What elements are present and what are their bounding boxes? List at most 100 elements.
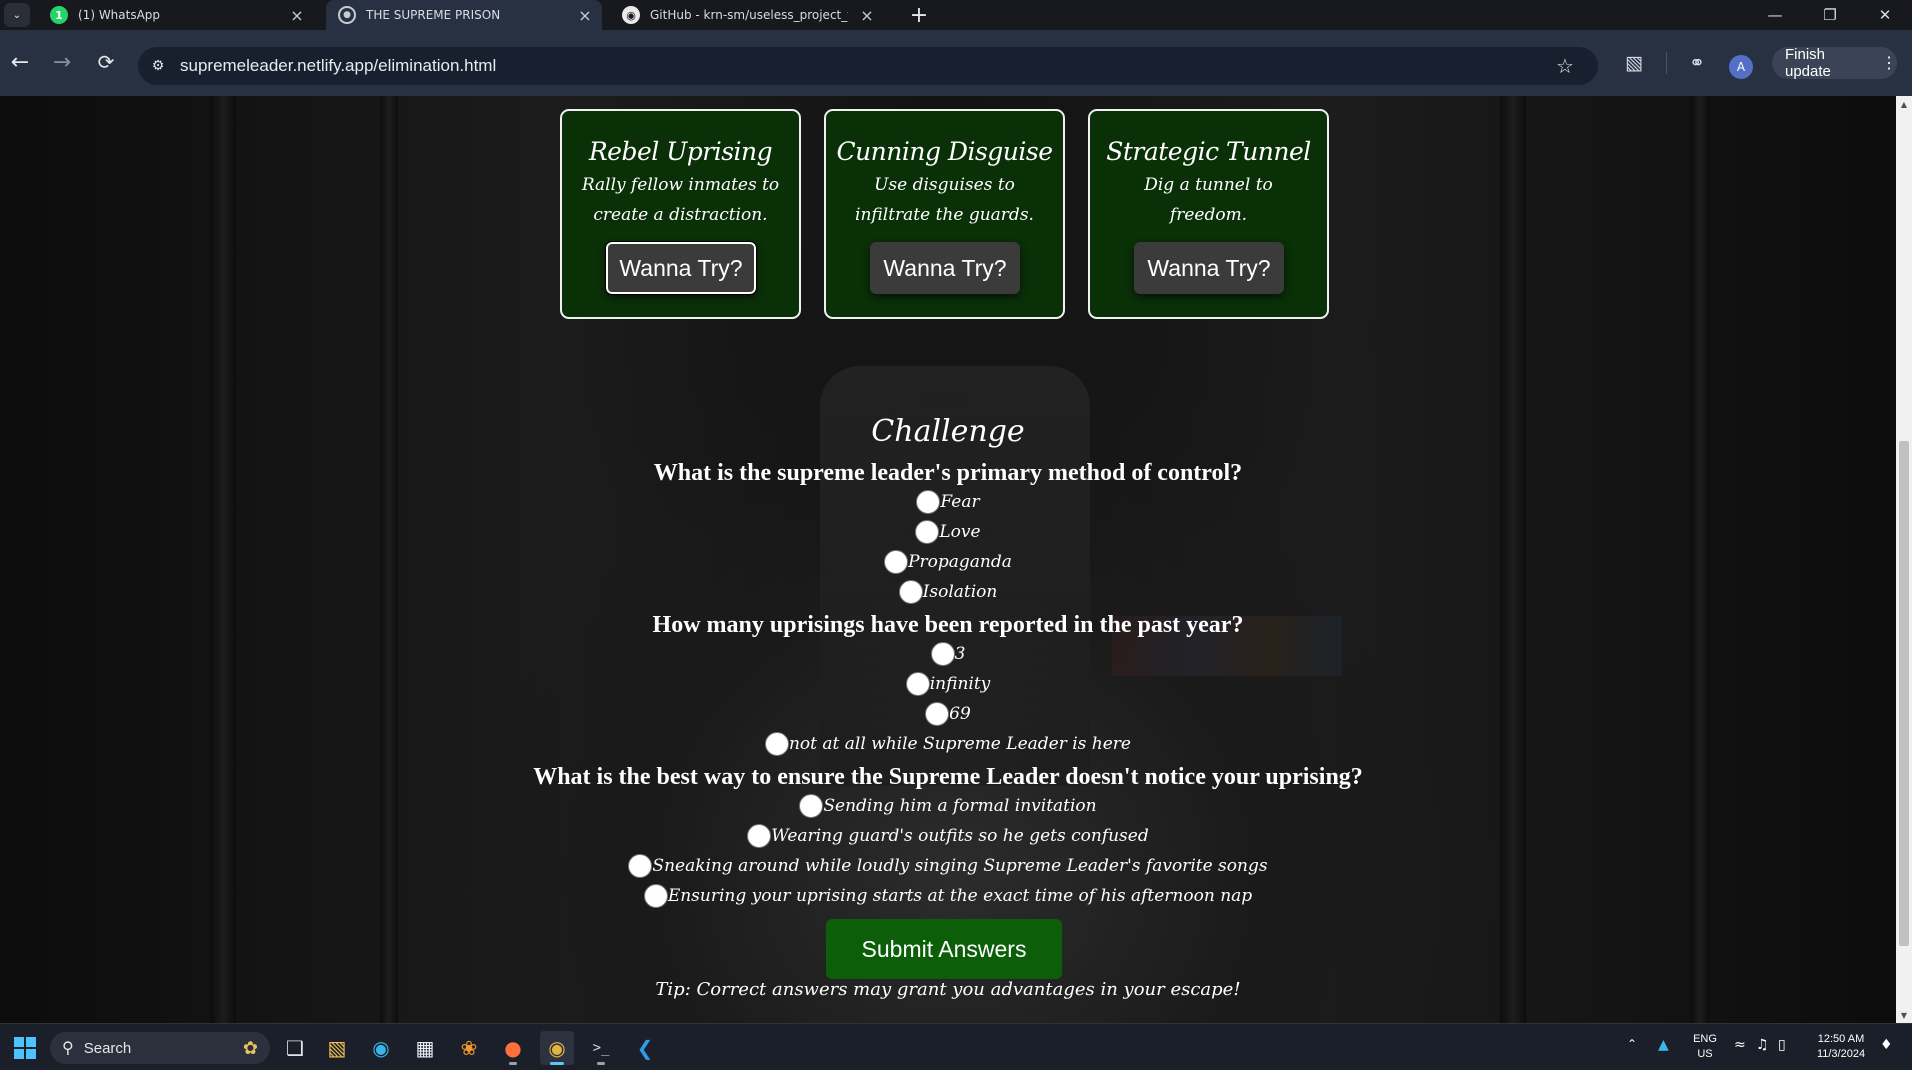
minimize-button[interactable]: — [1748, 0, 1802, 30]
task-view-icon[interactable]: ❑ [278, 1031, 312, 1065]
volume-icon[interactable]: ♫ [1756, 1037, 1769, 1053]
tab-supreme-prison[interactable]: ● THE SUPREME PRISON × [326, 0, 602, 30]
option-label: not at all while Supreme Leader is here [788, 734, 1131, 754]
scroll-up-arrow-icon[interactable]: ▲ [1896, 96, 1912, 112]
region-code: US [1697, 1048, 1713, 1060]
start-button[interactable] [8, 1031, 42, 1065]
new-tab-button[interactable]: + [905, 0, 933, 30]
card-title: Strategic Tunnel [1106, 137, 1311, 166]
tab-title: (1) WhatsApp [78, 8, 161, 22]
battery-icon[interactable]: ▯ [1778, 1037, 1786, 1053]
option-q3-singing[interactable]: Sneaking around while loudly singing Sup… [0, 852, 1896, 880]
extensions-icon[interactable]: ▧ [1617, 46, 1651, 80]
close-window-button[interactable]: ✕ [1858, 0, 1912, 30]
toolbar-divider [1666, 52, 1667, 74]
radio-button[interactable] [884, 550, 909, 574]
close-icon[interactable]: × [576, 6, 594, 25]
clock[interactable]: 12:50 AM 11/3/2024 [1806, 1032, 1876, 1062]
option-q2-not-at-all[interactable]: not at all while Supreme Leader is here [0, 730, 1896, 758]
option-q3-invitation[interactable]: Sending him a formal invitation [0, 792, 1896, 820]
vscode-icon[interactable]: ❮ [628, 1031, 662, 1065]
radio-button[interactable] [799, 794, 824, 818]
chrome-icon[interactable]: ◉ [540, 1031, 574, 1065]
taskbar-search-label: Search [83, 1039, 132, 1057]
arrow-left-icon: ← [10, 49, 30, 75]
option-label: Propaganda [908, 552, 1012, 572]
close-icon[interactable]: × [858, 6, 876, 25]
wanna-try-button[interactable]: Wanna Try? [870, 242, 1020, 294]
terminal-icon[interactable]: >_ [584, 1031, 618, 1065]
github-icon: ◉ [622, 6, 640, 24]
submit-answers-button[interactable]: Submit Answers [826, 919, 1062, 979]
option-q1-isolation[interactable]: Isolation [0, 578, 1896, 606]
option-q2-3[interactable]: 3 [0, 640, 1896, 668]
option-q1-propaganda[interactable]: Propaganda [0, 548, 1896, 576]
page-viewport: Rebel Uprising Rally fellow inmates to c… [0, 96, 1896, 1023]
close-icon[interactable]: × [288, 6, 306, 25]
taskbar-search-box[interactable]: ⚲ Search ✿ [50, 1032, 270, 1064]
photos-app-icon[interactable]: ❀ [452, 1031, 486, 1065]
question-3: What is the best way to ensure the Supre… [533, 764, 1363, 790]
card-title: Cunning Disguise [836, 137, 1053, 166]
option-label: 3 [954, 644, 966, 664]
firefox-icon[interactable]: ● [496, 1031, 530, 1065]
site-info-icon[interactable]: ⚙ [138, 47, 178, 85]
windows-logo-icon [14, 1037, 36, 1059]
finish-update-button[interactable]: Finish update ⋮ [1772, 46, 1897, 80]
bookmark-star-icon[interactable]: ☆ [1550, 51, 1580, 81]
radio-button[interactable] [747, 824, 772, 848]
whatsapp-icon: 1 [50, 6, 68, 24]
radio-button[interactable] [643, 884, 668, 908]
file-explorer-icon[interactable]: ▧ [320, 1031, 354, 1065]
card-description: Dig a tunnel to freedom. [1144, 175, 1273, 225]
option-q3-nap[interactable]: Ensuring your uprising starts at the exa… [0, 882, 1896, 910]
radio-button[interactable] [925, 702, 950, 726]
forward-button[interactable]: → [44, 44, 80, 80]
finish-update-label: Finish update [1785, 46, 1831, 80]
radio-button[interactable] [898, 580, 923, 604]
option-label: Love [939, 522, 981, 542]
option-q1-love[interactable]: Love [0, 518, 1896, 546]
wanna-try-button[interactable]: Wanna Try? [605, 241, 757, 295]
radio-button[interactable] [764, 732, 789, 756]
tab-whatsapp[interactable]: 1 (1) WhatsApp × [40, 0, 322, 30]
tab-github[interactable]: ◉ GitHub - krn-sm/useless_project_temp × [612, 0, 896, 30]
search-highlight-icon: ✿ [242, 1037, 258, 1058]
language-indicator[interactable]: ENG US [1690, 1032, 1720, 1062]
option-q2-69[interactable]: 69 [0, 700, 1896, 728]
defender-icon[interactable]: ▲ [1658, 1037, 1669, 1053]
address-bar[interactable]: ⚙ supremeleader.netlify.app/elimination.… [138, 47, 1598, 85]
wifi-icon[interactable]: ≈ [1734, 1037, 1746, 1053]
radio-button[interactable] [628, 854, 653, 878]
radio-button[interactable] [905, 672, 930, 696]
search-icon: ⚲ [62, 1040, 74, 1057]
card-description: Rally fellow inmates to create a distrac… [581, 175, 780, 225]
option-q3-outfits[interactable]: Wearing guard's outfits so he gets confu… [0, 822, 1896, 850]
url-text[interactable]: supremeleader.netlify.app/elimination.ht… [180, 56, 496, 76]
wanna-try-button[interactable]: Wanna Try? [1134, 242, 1284, 294]
performance-icon[interactable]: ⚭ [1680, 46, 1714, 80]
radio-button[interactable] [930, 642, 955, 666]
option-label: Fear [940, 492, 980, 512]
option-q2-infinity[interactable]: infinity [0, 670, 1896, 698]
tip-text: Tip: Correct answers may grant you advan… [655, 979, 1241, 1000]
radio-button[interactable] [916, 490, 941, 514]
store-icon[interactable]: ▦ [408, 1031, 442, 1065]
reload-icon: ⟳ [97, 50, 115, 74]
more-menu-icon: ⋮ [1881, 55, 1897, 72]
arrow-right-icon: → [52, 49, 72, 75]
profile-avatar[interactable]: A [1729, 55, 1753, 79]
scroll-down-arrow-icon[interactable]: ▼ [1896, 1007, 1912, 1023]
browser-toolbar: ← → ⟳ ⚙ supremeleader.netlify.app/elimin… [0, 30, 1912, 96]
radio-button[interactable] [915, 520, 940, 544]
notification-bell-icon[interactable]: ♦ [1880, 1037, 1893, 1053]
reload-button[interactable]: ⟳ [88, 44, 124, 80]
challenge-title: Challenge [871, 414, 1025, 449]
edge-icon[interactable]: ◉ [364, 1031, 398, 1065]
restore-button[interactable]: ❐ [1803, 0, 1857, 30]
back-button[interactable]: ← [2, 44, 38, 80]
tab-search-dropdown[interactable]: ⌄ [4, 3, 30, 27]
scrollbar-thumb[interactable] [1899, 441, 1909, 946]
chevron-up-icon[interactable]: ⌃ [1627, 1037, 1637, 1051]
option-q1-fear[interactable]: Fear [0, 488, 1896, 516]
